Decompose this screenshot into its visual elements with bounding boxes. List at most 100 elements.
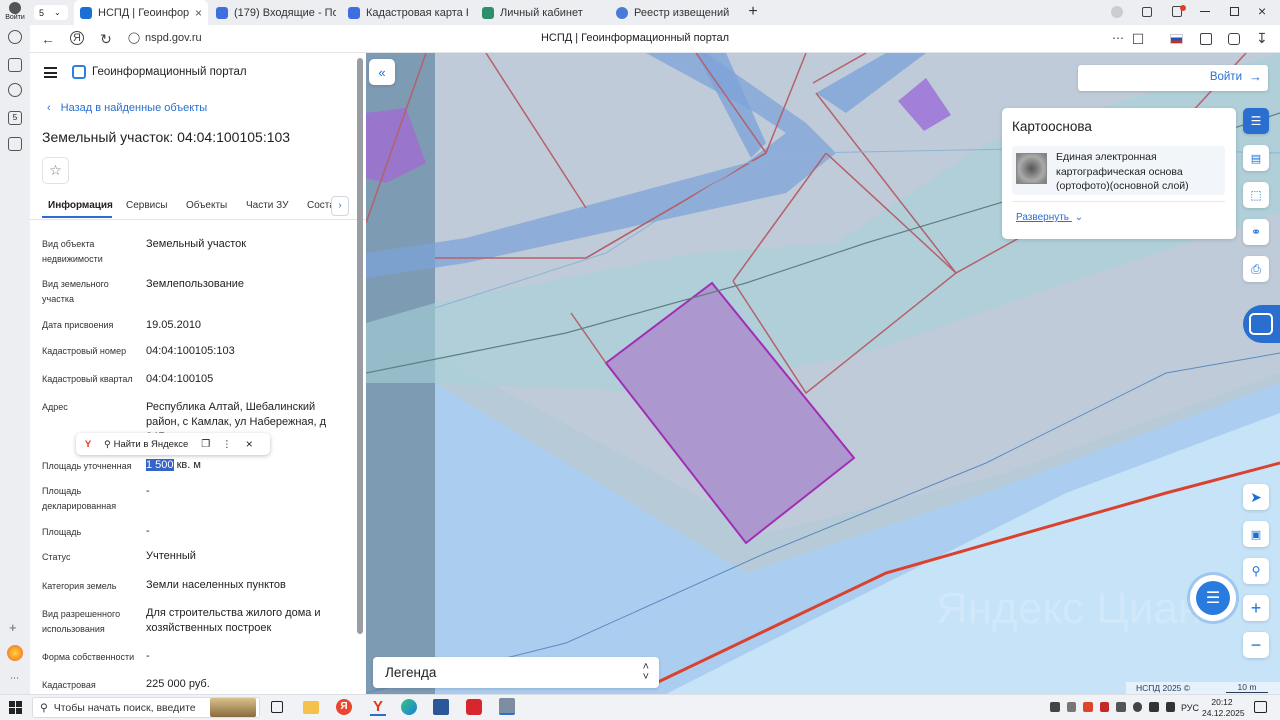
collections-icon[interactable] (1142, 7, 1152, 17)
downloads-icon[interactable]: ↧ (1256, 30, 1268, 47)
alice-icon[interactable] (7, 645, 23, 661)
add-panel-icon[interactable]: + (9, 620, 17, 635)
mail-favicon (216, 6, 228, 19)
login-icon[interactable]: → (1249, 69, 1262, 84)
favorite-button[interactable]: ☆ (42, 157, 69, 184)
login-button[interactable]: Войти (1210, 71, 1242, 83)
tab-group-counter[interactable]: 5 ⌄ (34, 5, 68, 20)
tab-nspd[interactable]: НСПД | Геоинформацио × (74, 0, 208, 25)
layers-icon: ☰ (1250, 114, 1262, 128)
tab-information[interactable]: Информация (48, 200, 113, 211)
legend-bar[interactable]: Легенда ˄ ˅ (373, 657, 659, 688)
tray-icon[interactable] (1083, 702, 1093, 712)
search-yandex-button[interactable]: ⚲ Найти в Яндексе (104, 439, 188, 450)
legend-label: Легенда (385, 665, 437, 680)
history-icon[interactable] (8, 30, 22, 44)
zoom-in-button[interactable]: + (1243, 595, 1269, 621)
media-player-icon[interactable] (466, 699, 482, 715)
geolocation-button[interactable]: ⚲ (1243, 558, 1269, 584)
counter-icon[interactable]: 5 (8, 111, 22, 125)
close-window-icon[interactable]: × (1258, 3, 1266, 19)
ruler-button[interactable]: ▤ (1243, 145, 1269, 171)
panel-scrollbar[interactable] (357, 58, 363, 634)
minimize-icon[interactable] (1200, 11, 1210, 12)
app-icon[interactable] (499, 698, 515, 715)
profile-button[interactable]: Войти (4, 2, 26, 24)
chevron-down-icon: ⌄ (1074, 212, 1084, 223)
back-to-results-link[interactable]: ‹ Назад в найденные объекты (47, 102, 207, 114)
bookmarks-panel-icon[interactable] (8, 58, 22, 72)
tray-icon[interactable] (1132, 702, 1142, 712)
basemap-item[interactable]: Единая электронная картографическая осно… (1012, 146, 1225, 195)
tray-icon[interactable] (1066, 702, 1076, 712)
tray-icon[interactable] (1116, 702, 1126, 712)
row-label-object-type: Вид объекта недвижимости (42, 239, 103, 264)
tab-parts[interactable]: Части ЗУ (246, 200, 288, 211)
map-watermark: Яндекс Циан (936, 584, 1202, 633)
word-icon[interactable] (433, 699, 449, 715)
ru-flag-icon[interactable] (1170, 34, 1183, 44)
locate-button[interactable]: ➤ (1243, 484, 1269, 510)
tab-cadastral-map[interactable]: Кадастровая карта Росси (342, 0, 474, 25)
basemap-item-label: Единая электронная картографическая осно… (1056, 151, 1189, 192)
row-value-land-type: Землепользование (146, 278, 245, 290)
location-pin-icon: ⚲ (1251, 564, 1261, 578)
select-area-button[interactable]: ⬚ (1243, 182, 1269, 208)
tab-objects[interactable]: Объекты (186, 200, 227, 211)
language-indicator[interactable]: РУС (1181, 703, 1199, 713)
clock[interactable]: 20:12 24.12.2025 (1202, 697, 1245, 719)
row-label-area-refined: Площадь уточненная (42, 461, 132, 471)
copy-icon[interactable]: ❐ (201, 439, 210, 450)
tabs-scroll-right-button[interactable]: › (331, 196, 349, 216)
taskbar-search[interactable]: ⚲ Чтобы начать поиск, введите (32, 697, 260, 718)
hamburger-menu-icon[interactable] (44, 67, 57, 78)
row-value-date: 19.05.2010 (146, 319, 202, 331)
minimap-button[interactable]: ▣ (1243, 521, 1269, 547)
tray-icon[interactable] (1099, 702, 1109, 712)
close-icon[interactable]: × (195, 6, 202, 20)
more-vertical-icon[interactable]: ⋮ (222, 439, 232, 450)
new-tab-button[interactable]: + (745, 4, 761, 20)
start-button[interactable] (9, 701, 22, 714)
network-icon[interactable] (1149, 702, 1159, 712)
portal-title[interactable]: Геоинформационный портал (92, 66, 247, 78)
chevron-down-icon: ⌄ (54, 8, 61, 17)
vpn-icon[interactable] (1228, 33, 1240, 45)
notification-center-icon[interactable] (1254, 701, 1267, 713)
expand-link[interactable]: Развернуть ⌄ (1016, 212, 1083, 223)
row-label-cadastral-quarter: Кадастровый квартал (42, 374, 133, 384)
collapse-panel-button[interactable]: « (369, 59, 395, 85)
map-view[interactable]: Яндекс Циан « Войти → Картооснова Единая… (366, 53, 1280, 694)
extensions-icon[interactable] (1200, 33, 1212, 45)
panel-menu-icon[interactable]: ⋯ (10, 673, 19, 684)
bookmark-icon[interactable]: ☐ (1130, 31, 1146, 48)
more-icon[interactable]: ⋯ (1110, 31, 1126, 45)
row-label-permitted-use: Вид разрешенного использования (42, 609, 121, 634)
portal-logo-icon (72, 65, 86, 79)
tab-personal-cabinet[interactable]: Личный кабинет (476, 0, 608, 25)
play-icon[interactable] (8, 83, 22, 97)
chat-button[interactable]: ☰ (1190, 575, 1236, 621)
edge-icon[interactable] (401, 699, 417, 715)
share-button[interactable]: ⚭ (1243, 219, 1269, 245)
yandex-browser-icon[interactable]: Я (336, 699, 352, 715)
print-button[interactable]: ⎙ (1243, 256, 1269, 282)
tab-services[interactable]: Сервисы (126, 200, 167, 211)
volume-icon[interactable] (1165, 702, 1175, 712)
close-popup-icon[interactable]: × (246, 437, 253, 451)
file-explorer-icon[interactable] (303, 701, 319, 714)
tab-mail[interactable]: (179) Входящие - Почта М (210, 0, 342, 25)
minimap-icon: ▣ (1250, 528, 1262, 541)
task-view-icon[interactable] (271, 701, 283, 713)
tray-icon[interactable] (1050, 702, 1060, 712)
zoom-out-button[interactable]: − (1243, 632, 1269, 658)
layers-button[interactable]: ☰ (1243, 108, 1269, 134)
bookmarks-icon[interactable] (1111, 6, 1123, 18)
feedback-button[interactable] (1243, 305, 1280, 343)
yandex-app-icon[interactable]: Y (370, 698, 386, 716)
restore-icon[interactable] (1230, 7, 1239, 16)
tab-notices-registry[interactable]: Реестр извещений (610, 0, 742, 25)
media-icon[interactable] (8, 137, 22, 151)
chevron-left-icon: ‹ (47, 102, 51, 114)
row-label-cadastral-value: Кадастровая (42, 680, 96, 690)
